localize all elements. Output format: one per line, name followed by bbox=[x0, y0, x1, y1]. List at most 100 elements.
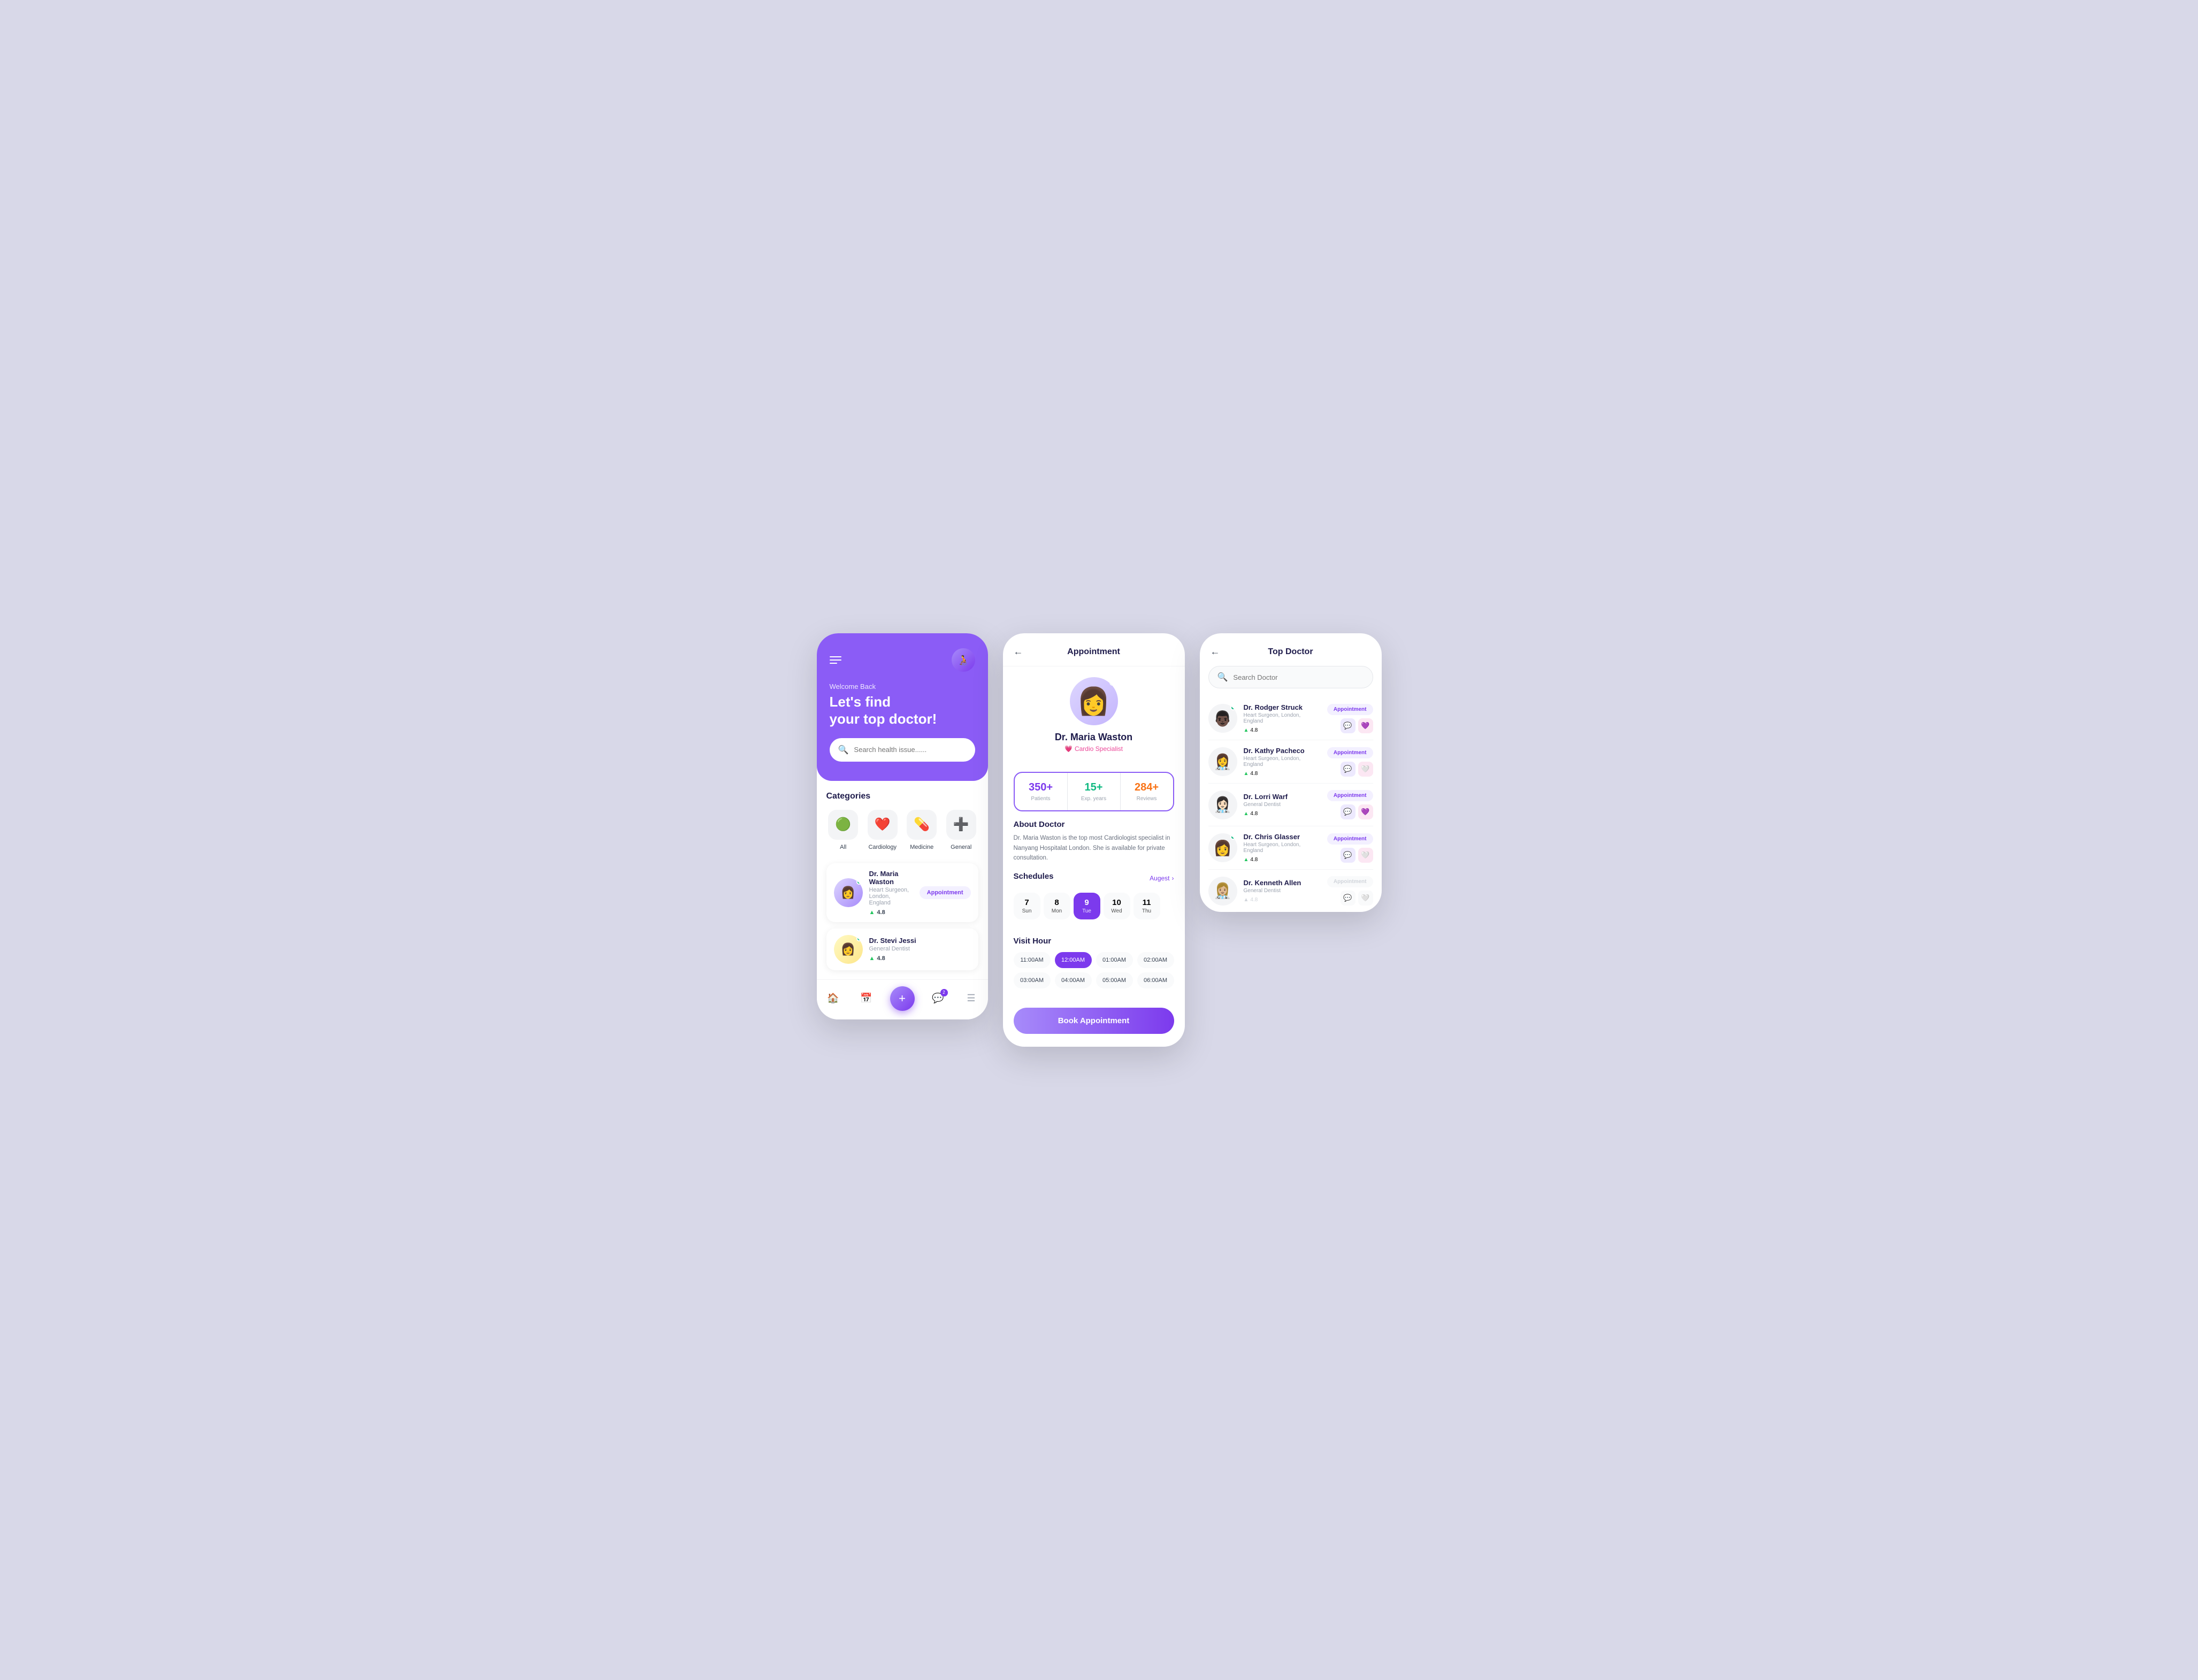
about-section: About Doctor Dr. Maria Waston is the top… bbox=[1003, 820, 1185, 871]
doc-list-spec-3: General Dentist bbox=[1244, 802, 1321, 808]
time-grid: 11:00AM 12:00AM 01:00AM 02:00AM 03:00AM … bbox=[1014, 952, 1174, 988]
home-header: 🧑‍🦽 Welcome Back Let's find your top doc… bbox=[817, 633, 988, 780]
doctor-search-bar[interactable]: 🔍 bbox=[1208, 666, 1373, 688]
online-dot-1 bbox=[1230, 705, 1236, 710]
doctor-card-2[interactable]: 👩 Dr. Stevi Jessi General Dentist ▲ 4.8 bbox=[826, 929, 978, 970]
date-7[interactable]: 7 Sun bbox=[1014, 893, 1040, 919]
date-9[interactable]: 9 Tue bbox=[1074, 893, 1100, 919]
stat-exp: 15+ Exp. years bbox=[1068, 773, 1121, 810]
heart-btn-2[interactable]: 🤍 bbox=[1358, 762, 1373, 777]
doctor-list: 👨🏿 Dr. Rodger Struck Heart Surgeon, Lond… bbox=[1200, 697, 1382, 912]
time-0500[interactable]: 05:00AM bbox=[1096, 972, 1133, 988]
doctor-profile-avatar: 👩 bbox=[1070, 677, 1118, 725]
menu-icon[interactable] bbox=[830, 656, 841, 664]
screen-appointment: ← Appointment 👩 Dr. Maria Waston 💗 Cardi… bbox=[1003, 633, 1185, 1046]
doctor-card-1[interactable]: 👩 Dr. Maria Waston Heart Surgeon, London… bbox=[826, 863, 978, 922]
heart-btn-1[interactable]: 💜 bbox=[1358, 718, 1373, 733]
health-search-input[interactable] bbox=[854, 746, 966, 754]
health-search-bar[interactable]: 🔍 bbox=[830, 738, 975, 762]
category-all[interactable]: 🟢 All bbox=[826, 810, 861, 850]
heart-btn-3[interactable]: 💜 bbox=[1358, 804, 1373, 819]
rating-arrow-4: ▲ bbox=[1244, 857, 1249, 863]
general-icon: ➕ bbox=[946, 810, 976, 840]
appointment-btn-1[interactable]: Appointment bbox=[920, 886, 971, 899]
doctor-profile-spec: 💗 Cardio Specialist bbox=[1064, 745, 1123, 753]
doctor-list-avatar-3: 👩🏻‍⚕️ bbox=[1208, 791, 1237, 819]
top-doc-back-button[interactable]: ← bbox=[1211, 646, 1220, 657]
heart-btn-4[interactable]: 🤍 bbox=[1358, 848, 1373, 863]
msg-btn-4[interactable]: 💬 bbox=[1341, 848, 1355, 863]
back-button[interactable]: ← bbox=[1014, 646, 1023, 657]
msg-btn-1[interactable]: 💬 bbox=[1341, 718, 1355, 733]
chat-badge: 2 bbox=[940, 989, 948, 996]
doctor-avatar-1: 👩 bbox=[834, 878, 863, 907]
nav-menu[interactable]: ☰ bbox=[962, 989, 981, 1008]
category-cardiology-label: Cardiology bbox=[868, 844, 897, 850]
main-title: Let's find your top doctor! bbox=[830, 694, 975, 727]
online-indicator-2 bbox=[856, 936, 862, 941]
categories-title: Categories bbox=[826, 792, 978, 801]
time-0200[interactable]: 02:00AM bbox=[1137, 952, 1174, 968]
doc-appt-btn-2[interactable]: Appointment bbox=[1327, 747, 1373, 758]
top-doctor-title: Top Doctor bbox=[1227, 647, 1355, 657]
star-icon-2: ▲ bbox=[869, 955, 875, 962]
visit-hour-title: Visit Hour bbox=[1014, 937, 1174, 946]
online-dot-4 bbox=[1230, 834, 1236, 840]
doc-list-name-2: Dr. Kathy Pacheco bbox=[1244, 747, 1321, 755]
time-0400[interactable]: 04:00AM bbox=[1055, 972, 1092, 988]
category-medicine[interactable]: 💊 Medicine bbox=[905, 810, 939, 850]
doctor-list-item-4[interactable]: 👩 Dr. Chris Glasser Heart Surgeon, Londo… bbox=[1208, 826, 1373, 870]
screen-top-doctor: ← Top Doctor 🔍 👨🏿 Dr. Rodger Struck Hear… bbox=[1200, 633, 1382, 912]
date-10[interactable]: 10 Wed bbox=[1104, 893, 1130, 919]
category-medicine-label: Medicine bbox=[910, 844, 933, 850]
msg-btn-2[interactable]: 💬 bbox=[1341, 762, 1355, 777]
doc-appt-btn-5: Appointment bbox=[1327, 876, 1373, 887]
date-11[interactable]: 11 Thu bbox=[1134, 893, 1160, 919]
msg-btn-3[interactable]: 💬 bbox=[1341, 804, 1355, 819]
book-appointment-button[interactable]: Book Appointment bbox=[1014, 1008, 1174, 1034]
doctor-list-item-2[interactable]: 👩‍⚕️ Dr. Kathy Pacheco Heart Surgeon, Lo… bbox=[1208, 740, 1373, 784]
nav-home[interactable]: 🏠 bbox=[824, 989, 843, 1008]
doc-rating-4: ▲ 4.8 bbox=[1244, 857, 1258, 863]
profile-online-dot bbox=[1109, 679, 1116, 686]
doc-list-name-3: Dr. Lorri Warf bbox=[1244, 793, 1321, 801]
doc-rating-5: ▲ 4.8 bbox=[1244, 897, 1258, 903]
time-0100[interactable]: 01:00AM bbox=[1096, 952, 1133, 968]
doctor-list-item-3[interactable]: 👩🏻‍⚕️ Dr. Lorri Warf General Dentist ▲ 4… bbox=[1208, 784, 1373, 826]
doctor-search-input[interactable] bbox=[1233, 673, 1364, 681]
doc-appt-btn-4[interactable]: Appointment bbox=[1327, 833, 1373, 845]
doctor-list-item-1[interactable]: 👨🏿 Dr. Rodger Struck Heart Surgeon, Lond… bbox=[1208, 697, 1373, 740]
doctor-profile-name: Dr. Maria Waston bbox=[1055, 732, 1132, 743]
screen-home: 🧑‍🦽 Welcome Back Let's find your top doc… bbox=[817, 633, 988, 1019]
doc-appt-btn-1[interactable]: Appointment bbox=[1327, 704, 1373, 715]
stat-patients: 350+ Patients bbox=[1015, 773, 1068, 810]
doc-rating-3: ▲ 4.8 bbox=[1244, 811, 1258, 817]
cardiology-icon: ❤️ bbox=[868, 810, 898, 840]
doctor-list-avatar-5: 👩🏼‍⚕️ bbox=[1208, 877, 1237, 906]
stat-patients-val: 350+ bbox=[1029, 781, 1053, 794]
heart-icon: 💗 bbox=[1064, 745, 1073, 753]
nav-calendar[interactable]: 📅 bbox=[857, 989, 876, 1008]
doctor-spec-1: Heart Surgeon, London, England bbox=[869, 887, 913, 906]
categories-grid: 🟢 All ❤️ Cardiology 💊 Medicine ➕ General bbox=[826, 810, 978, 850]
nav-chat[interactable]: 💬 2 bbox=[929, 989, 948, 1008]
doctor-name-2: Dr. Stevi Jessi bbox=[869, 937, 971, 945]
date-8[interactable]: 8 Mon bbox=[1044, 893, 1070, 919]
all-icon: 🟢 bbox=[828, 810, 858, 840]
rating-1: 4.8 bbox=[877, 909, 885, 916]
doc-appt-btn-3[interactable]: Appointment bbox=[1327, 790, 1373, 801]
appointment-header: ← Appointment bbox=[1003, 633, 1185, 666]
avatar[interactable]: 🧑‍🦽 bbox=[952, 648, 975, 672]
month-selector[interactable]: Augest › bbox=[1150, 874, 1174, 882]
about-text: Dr. Maria Waston is the top most Cardiol… bbox=[1014, 833, 1174, 863]
nav-add[interactable]: + bbox=[890, 986, 915, 1011]
doc-list-name-5: Dr. Kenneth Allen bbox=[1244, 879, 1321, 887]
time-1100[interactable]: 11:00AM bbox=[1014, 952, 1051, 968]
time-0600[interactable]: 06:00AM bbox=[1137, 972, 1174, 988]
time-1200[interactable]: 12:00AM bbox=[1055, 952, 1092, 968]
doctor-list-item-5[interactable]: 👩🏼‍⚕️ Dr. Kenneth Allen General Dentist … bbox=[1208, 870, 1373, 912]
category-general[interactable]: ➕ General bbox=[944, 810, 978, 850]
doc-list-name-4: Dr. Chris Glasser bbox=[1244, 833, 1321, 841]
time-0300[interactable]: 03:00AM bbox=[1014, 972, 1051, 988]
category-cardiology[interactable]: ❤️ Cardiology bbox=[866, 810, 900, 850]
